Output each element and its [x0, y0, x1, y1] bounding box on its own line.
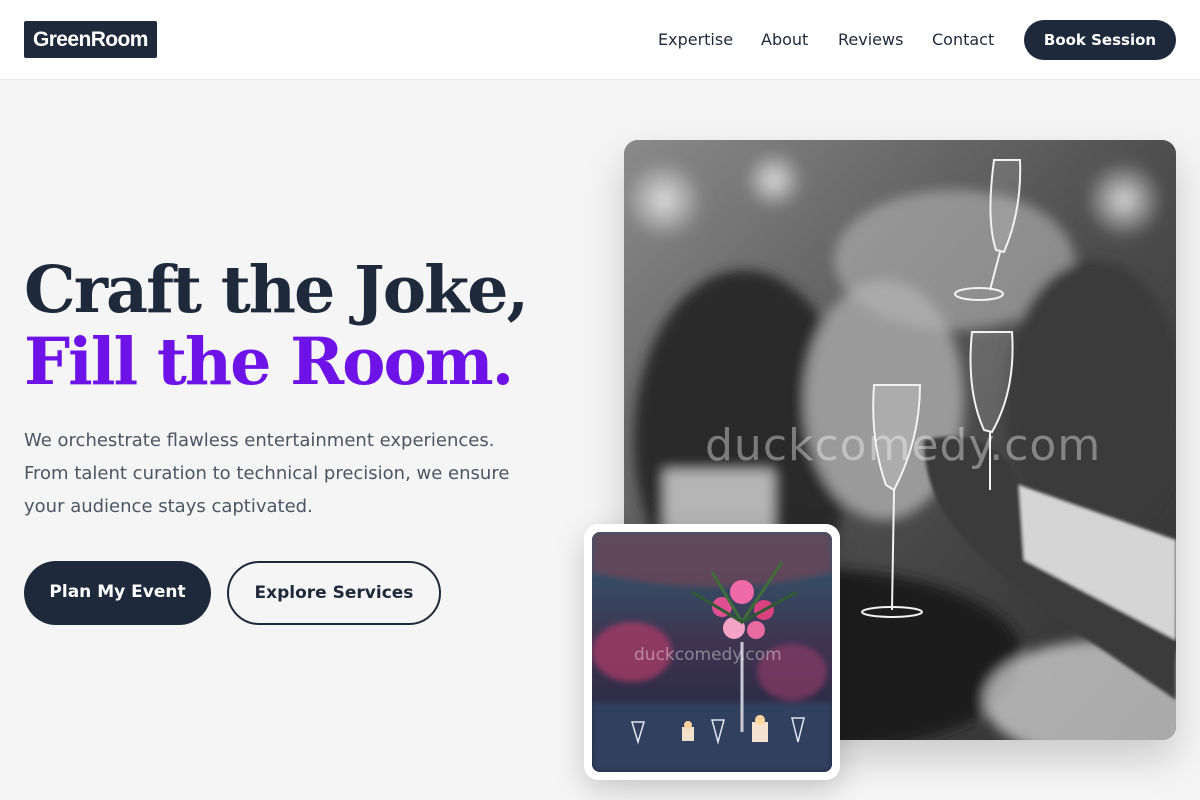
lead-line-3: your audience stays captivated. [24, 496, 313, 517]
inset-photo-watermark: duckcomedy.com [634, 645, 782, 665]
book-session-button[interactable]: Book Session [1024, 20, 1176, 60]
main-photo-watermark: duckcomedy.com [705, 420, 1102, 471]
headline-line-1: Craft the Joke, [24, 252, 529, 328]
plan-my-event-button[interactable]: Plan My Event [24, 561, 211, 625]
inset-photo: duckcomedy.com [592, 532, 832, 772]
page: GreenRoom Expertise About Reviews Contac… [0, 0, 1200, 800]
nav-link-about[interactable]: About [761, 30, 808, 50]
logo[interactable]: GreenRoom [24, 21, 157, 58]
site-header: GreenRoom Expertise About Reviews Contac… [0, 0, 1200, 80]
headline-line-2: Fill the Room. [24, 324, 514, 400]
nav-link-expertise[interactable]: Expertise [658, 30, 733, 50]
nav-link-reviews[interactable]: Reviews [838, 30, 903, 50]
explore-services-button[interactable]: Explore Services [227, 561, 441, 625]
lead-line-2: From talent curation to technical precis… [24, 463, 510, 484]
hero-description: We orchestrate flawless entertainment ex… [24, 424, 554, 523]
inset-photo-card: duckcomedy.com [584, 524, 840, 780]
nav-link-contact[interactable]: Contact [932, 30, 994, 50]
lead-line-1: We orchestrate flawless entertainment ex… [24, 430, 495, 451]
hero-headline: Craft the Joke, Fill the Room. [24, 254, 584, 398]
